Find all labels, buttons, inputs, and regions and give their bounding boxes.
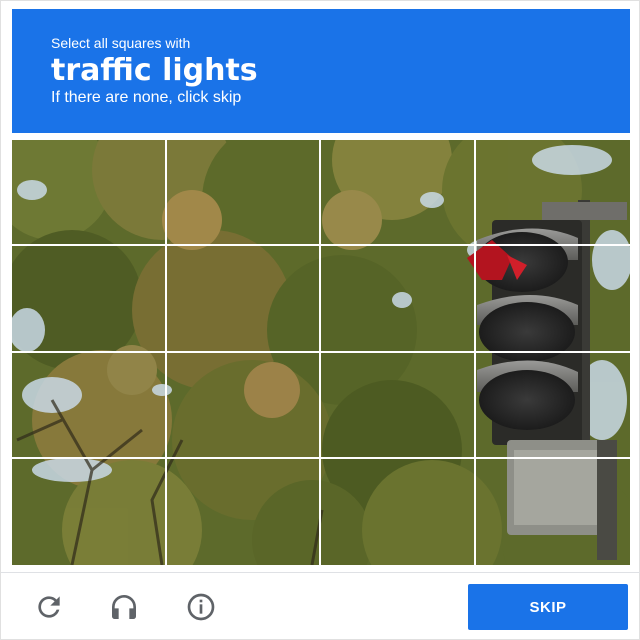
image-grid — [12, 140, 630, 565]
grid-tile[interactable] — [321, 246, 476, 353]
headphones-icon — [112, 595, 136, 619]
grid-tile[interactable] — [475, 353, 630, 459]
grid-tile[interactable] — [12, 352, 167, 459]
reload-icon — [38, 596, 60, 618]
captcha-footer: SKIP — [1, 573, 640, 640]
grid-tile[interactable] — [475, 140, 630, 247]
tile-grid — [12, 140, 630, 565]
reload-button[interactable] — [31, 589, 67, 625]
grid-tile[interactable] — [475, 246, 630, 353]
info-icon — [187, 593, 215, 621]
instruction-text: Select all squares with — [51, 35, 191, 51]
grid-tile[interactable] — [321, 140, 476, 247]
challenge-header: Select all squares with traffic lights I… — [12, 9, 630, 133]
grid-tile[interactable] — [166, 352, 321, 459]
hint-text: If there are none, click skip — [51, 89, 242, 106]
grid-tile[interactable] — [476, 459, 631, 565]
captcha-frame: Select all squares with traffic lights I… — [0, 0, 640, 640]
grid-tile[interactable] — [166, 140, 321, 247]
grid-tile[interactable] — [12, 458, 167, 565]
grid-tile[interactable] — [12, 140, 167, 247]
skip-button[interactable]: SKIP — [468, 584, 628, 630]
grid-tile[interactable] — [12, 246, 167, 353]
info-button[interactable] — [183, 589, 219, 625]
grid-tile[interactable] — [167, 458, 321, 565]
target-object-text: traffic lights — [51, 53, 258, 88]
grid-tile[interactable] — [321, 458, 476, 565]
grid-tile[interactable] — [321, 352, 476, 459]
grid-tile[interactable] — [166, 246, 321, 353]
audio-challenge-button[interactable] — [106, 589, 142, 625]
